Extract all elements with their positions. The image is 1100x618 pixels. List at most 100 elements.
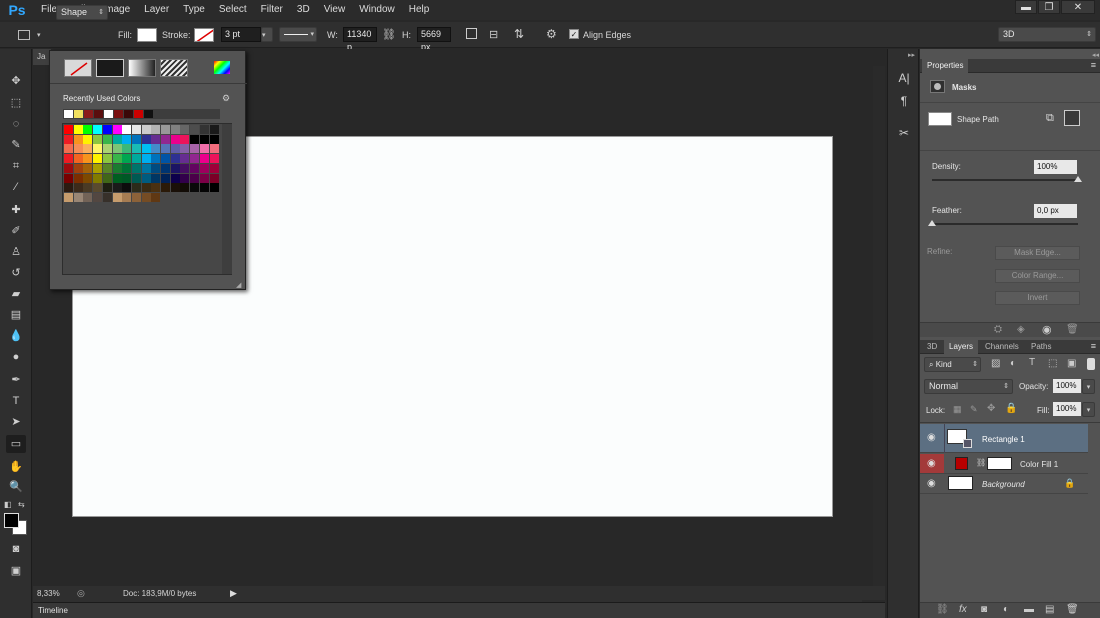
color-swatch[interactable] [209, 125, 219, 134]
lock-all-icon[interactable]: 🔒 [1005, 403, 1017, 414]
stroke-type-select[interactable]: ▾ [279, 27, 317, 42]
color-swatch[interactable] [122, 125, 132, 134]
color-swatch[interactable] [141, 163, 151, 173]
color-swatch[interactable] [151, 183, 161, 193]
height-input[interactable]: 5669 px [417, 27, 451, 52]
color-swatch[interactable] [180, 183, 190, 193]
color-swatch[interactable] [141, 173, 151, 183]
shape-filter-icon[interactable]: ⬚ [1048, 358, 1057, 369]
quick-select-tool-icon[interactable]: ✎ [6, 136, 26, 154]
tools-presets-icon[interactable]: ✂ [894, 124, 914, 142]
color-swatch[interactable] [102, 144, 112, 154]
fx-icon[interactable]: fx [959, 604, 967, 615]
screen-mode-icon[interactable]: ▣ [6, 562, 26, 580]
zoom-tool-icon[interactable]: 🔍 [6, 478, 26, 496]
color-swatch[interactable] [190, 125, 200, 134]
adjustment-filter-icon[interactable]: ◐ [1010, 358, 1016, 369]
color-swatch[interactable] [112, 183, 122, 193]
color-swatch[interactable] [93, 154, 103, 164]
recent-color-swatch[interactable] [104, 110, 113, 118]
color-swatch[interactable] [93, 192, 103, 202]
status-menu-arrow-icon[interactable]: ▶ [230, 588, 237, 599]
color-swatch[interactable] [141, 192, 151, 202]
color-swatch[interactable] [199, 154, 209, 164]
color-swatch[interactable] [161, 154, 170, 164]
density-slider-thumb[interactable] [1074, 176, 1082, 182]
solid-color-button[interactable] [96, 59, 124, 77]
new-layer-icon[interactable]: ▤ [1045, 604, 1054, 615]
visibility-eye-icon[interactable]: ◉ [927, 478, 936, 489]
color-swatch[interactable] [161, 163, 170, 173]
color-swatch[interactable] [180, 154, 190, 164]
color-swatch[interactable] [131, 163, 141, 173]
color-swatch[interactable] [64, 163, 73, 173]
fill-input[interactable]: 100% [1053, 402, 1081, 416]
link-icon[interactable]: ⛓ [976, 458, 986, 467]
gradient-button[interactable] [128, 59, 156, 77]
color-swatch[interactable] [190, 134, 200, 144]
color-swatch[interactable] [170, 183, 180, 193]
color-swatch[interactable] [73, 125, 83, 134]
color-swatch[interactable] [102, 125, 112, 134]
filter-toggle[interactable] [1087, 358, 1095, 370]
color-range-button[interactable]: Color Range... [995, 269, 1080, 283]
menu-view[interactable]: View [317, 0, 353, 20]
color-swatch[interactable] [73, 163, 83, 173]
trash-icon[interactable]: 🗑 [1066, 604, 1079, 615]
color-swatch[interactable] [112, 173, 122, 183]
color-swatch[interactable] [83, 125, 93, 134]
load-selection-icon[interactable]: ⛭ [994, 324, 1002, 335]
color-swatch[interactable] [64, 125, 73, 134]
color-swatch[interactable] [180, 125, 190, 134]
fill-color-swatch[interactable] [137, 28, 157, 42]
stroke-size-input[interactable]: 3 pt [221, 27, 261, 42]
trash-icon[interactable]: 🗑 [1066, 324, 1079, 335]
color-swatch[interactable] [190, 183, 200, 193]
tab-properties[interactable]: Properties [922, 59, 969, 73]
recent-color-swatch[interactable] [94, 110, 103, 118]
workspace-select[interactable]: 3D ⇕ [998, 27, 1096, 42]
panel-menu-icon[interactable]: ≡ [1091, 341, 1096, 351]
zoom-level[interactable]: 8,33% [37, 589, 60, 598]
color-swatch[interactable] [73, 183, 83, 193]
brush-tool-icon[interactable]: ✐ [6, 222, 26, 240]
color-swatch[interactable] [93, 163, 103, 173]
color-swatch[interactable] [199, 163, 209, 173]
color-swatch[interactable] [190, 144, 200, 154]
color-swatch[interactable] [122, 134, 132, 144]
color-swatch[interactable] [151, 192, 161, 202]
panel-menu-icon[interactable]: ≡ [1091, 60, 1096, 70]
opacity-dropdown[interactable]: ▾ [1082, 379, 1095, 394]
feather-slider[interactable] [928, 220, 1078, 226]
color-picker-icon[interactable] [214, 61, 230, 74]
menu-filter[interactable]: Filter [254, 0, 290, 20]
tab-paths[interactable]: Paths [1026, 340, 1056, 354]
color-swatch[interactable] [102, 163, 112, 173]
close-button[interactable]: ✕ [1061, 0, 1095, 14]
tab-channels[interactable]: Channels [980, 340, 1024, 354]
color-swatch[interactable] [83, 173, 93, 183]
layer-name[interactable]: Rectangle 1 [982, 435, 1025, 444]
color-swatch[interactable] [83, 163, 93, 173]
pen-tool-icon[interactable]: ✒ [6, 371, 26, 389]
tab-3d[interactable]: 3D [922, 340, 942, 354]
share-icon[interactable]: ◎ [77, 588, 85, 599]
crop-tool-icon[interactable]: ⌗ [6, 157, 26, 175]
color-swatch[interactable] [131, 192, 141, 202]
lock-position-icon[interactable]: ✥ [987, 403, 995, 414]
visibility-eye-icon[interactable]: ◉ [1042, 323, 1052, 336]
color-swatch[interactable] [151, 173, 161, 183]
color-swatch[interactable] [170, 163, 180, 173]
color-swatch[interactable] [209, 163, 219, 173]
color-swatch[interactable] [73, 134, 83, 144]
add-pixel-mask-icon[interactable]: ⧉ [1046, 112, 1054, 125]
color-swatch[interactable] [190, 154, 200, 164]
pixel-filter-icon[interactable]: ▨ [991, 358, 1000, 369]
color-swatch[interactable] [112, 154, 122, 164]
color-swatch[interactable] [83, 183, 93, 193]
lasso-tool-icon[interactable]: ◌ [6, 115, 26, 133]
color-swatch[interactable] [151, 154, 161, 164]
move-tool-icon[interactable]: ✥ [6, 72, 26, 90]
color-swatch[interactable] [141, 134, 151, 144]
color-swatch[interactable] [190, 163, 200, 173]
